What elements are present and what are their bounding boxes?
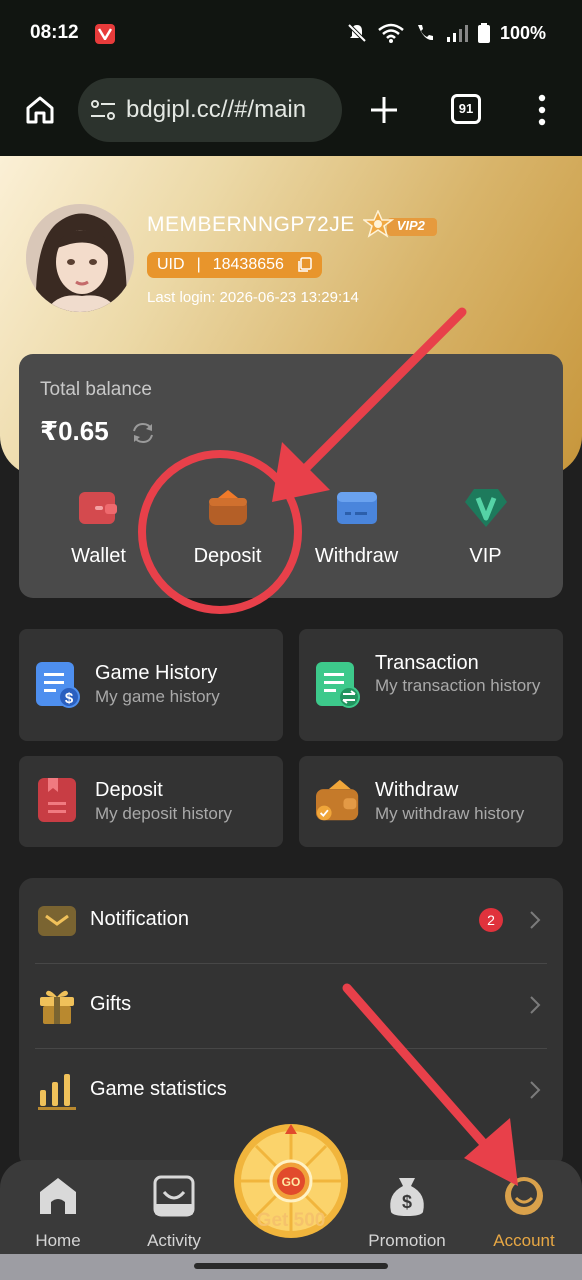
battery-icon: [477, 23, 490, 43]
notification-label: Notification: [90, 908, 189, 930]
deposit-history-card[interactable]: Deposit My deposit history: [19, 756, 283, 847]
vip-icon: [464, 489, 507, 527]
withdraw-card-icon: [336, 492, 377, 524]
nav-activity[interactable]: Activity: [124, 1174, 224, 1251]
balance-card: Total balance ₹0.65 Wallet Deposit Withd…: [19, 354, 563, 598]
url-bar[interactable]: bdgipl.cc//#/main: [78, 78, 342, 142]
vip-level-label: VIP2: [396, 218, 425, 233]
chevron-right-icon: [530, 996, 541, 1014]
tab-switcher-button[interactable]: 91: [451, 94, 481, 124]
notification-badge: 2: [479, 908, 503, 932]
notification-icon: [38, 906, 76, 936]
new-tab-icon[interactable]: [368, 94, 400, 126]
copy-icon[interactable]: [296, 257, 312, 273]
username: MEMBERNNGP72JE: [147, 213, 355, 236]
deposit-history-title: Deposit: [95, 779, 163, 801]
game-history-card[interactable]: $ Game History My game history: [19, 629, 283, 741]
vip-label: VIP: [469, 545, 502, 567]
last-login: Last login: 2026-06-23 13:29:14: [147, 289, 359, 306]
nav-promotion[interactable]: $ Promotion: [357, 1174, 457, 1251]
nav-account[interactable]: Account: [474, 1174, 574, 1251]
username-row: MEMBERNNGP72JE VIP2: [147, 209, 443, 240]
withdraw-history-title: Withdraw: [375, 779, 459, 801]
chevron-right-icon: [530, 1081, 541, 1099]
activity-icon: [153, 1175, 195, 1217]
deposit-icon: [208, 490, 247, 525]
vip-badge: VIP2: [361, 209, 443, 240]
withdraw-history-card[interactable]: Withdraw My withdraw history: [299, 756, 563, 847]
balance-title: Total balance: [40, 379, 152, 400]
wifi-icon: [378, 23, 404, 43]
game-statistics-row[interactable]: Game statistics: [19, 1048, 563, 1133]
notification-row[interactable]: Notification 2: [19, 878, 563, 963]
uid-box[interactable]: UID | 18438656: [147, 252, 322, 278]
vip-button[interactable]: VIP: [421, 488, 550, 568]
transaction-icon: [316, 662, 360, 708]
statistics-icon: [38, 1074, 76, 1110]
home-icon: [40, 1178, 76, 1214]
deposit-button[interactable]: Deposit: [163, 488, 292, 568]
nav-activity-label: Activity: [147, 1231, 201, 1250]
game-history-icon: $: [36, 662, 80, 708]
signal-icon: [446, 25, 468, 42]
get-500-label[interactable]: Get 500: [232, 1210, 350, 1232]
wallet-button[interactable]: Wallet: [34, 488, 163, 568]
promotion-icon: $: [390, 1178, 424, 1216]
deposit-history-icon: [38, 778, 76, 822]
status-bar: 08:12 100%: [0, 0, 582, 68]
nav-home-label: Home: [35, 1231, 81, 1250]
game-statistics-label: Game statistics: [90, 1078, 227, 1100]
nav-home[interactable]: Home: [8, 1174, 108, 1251]
refresh-icon[interactable]: [130, 420, 156, 446]
browser-menu-icon[interactable]: [530, 92, 554, 128]
account-icon: [505, 1177, 543, 1215]
browser-toolbar: bdgipl.cc//#/main 91: [0, 68, 582, 156]
transaction-subtitle: My transaction history: [375, 676, 541, 695]
withdraw-label: Withdraw: [314, 545, 399, 567]
svg-text:$: $: [65, 690, 74, 707]
gesture-bar[interactable]: [194, 1263, 388, 1269]
nav-promotion-label: Promotion: [368, 1231, 446, 1250]
nav-account-label: Account: [493, 1231, 555, 1250]
site-settings-icon[interactable]: [90, 98, 116, 122]
wallet-label: Wallet: [71, 545, 126, 567]
browser-home-icon[interactable]: [24, 94, 56, 126]
status-icons: 100%: [346, 22, 546, 44]
deposit-history-subtitle: My deposit history: [95, 804, 232, 823]
vivaldi-notification-icon: [95, 24, 115, 44]
wheel-go-text: GO: [282, 1175, 301, 1189]
mute-icon: [347, 23, 367, 43]
uid-separator: |: [196, 256, 201, 273]
withdraw-history-icon: [316, 779, 359, 821]
transaction-card[interactable]: Transaction My transaction history: [299, 629, 563, 741]
status-time: 08:12: [30, 22, 79, 43]
avatar[interactable]: [26, 204, 134, 312]
withdraw-button[interactable]: Withdraw: [292, 488, 421, 568]
withdraw-history-subtitle: My withdraw history: [375, 804, 525, 823]
uid-value: 18438656: [212, 256, 284, 273]
wifi-call-icon: [417, 25, 433, 41]
uid-label: UID: [157, 256, 185, 273]
transaction-title: Transaction: [375, 652, 479, 674]
svg-text:$: $: [402, 1192, 412, 1212]
game-history-title: Game History: [95, 662, 218, 684]
balance-actions: Wallet Deposit Withdraw VIP: [19, 488, 563, 568]
chevron-right-icon: [530, 911, 541, 929]
gift-icon: [40, 990, 74, 1024]
wallet-icon: [78, 492, 117, 524]
deposit-label: Deposit: [193, 545, 262, 567]
gifts-row[interactable]: Gifts: [19, 963, 563, 1048]
balance-amount: ₹0.65: [40, 416, 109, 446]
battery-percent: 100%: [499, 22, 546, 43]
gesture-area: [0, 1254, 582, 1280]
url-text: bdgipl.cc//#/main: [126, 96, 307, 123]
gifts-label: Gifts: [90, 993, 132, 1015]
game-history-subtitle: My game history: [95, 687, 220, 706]
